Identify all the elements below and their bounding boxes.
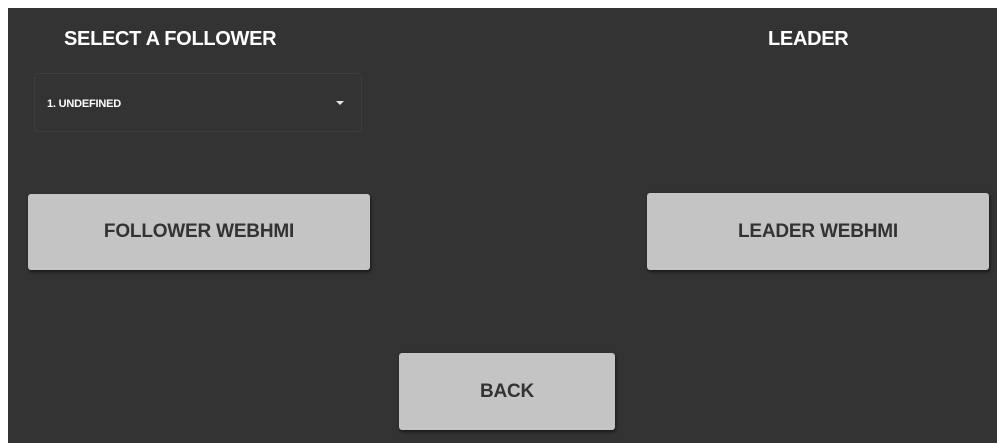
back-button[interactable]: BACK (399, 353, 615, 430)
leader-heading: LEADER (768, 28, 849, 50)
caret-down-icon (336, 101, 344, 105)
follower-select[interactable]: 1. UNDEFINED (34, 73, 362, 132)
hmi-screen: SELECT A FOLLOWER LEADER 1. UNDEFINED FO… (8, 8, 997, 443)
follower-webhmi-button[interactable]: FOLLOWER WEBHMI (28, 194, 370, 270)
follower-select-value: 1. UNDEFINED (47, 98, 121, 110)
leader-webhmi-button[interactable]: LEADER WEBHMI (647, 193, 989, 270)
select-follower-heading: SELECT A FOLLOWER (64, 28, 277, 50)
